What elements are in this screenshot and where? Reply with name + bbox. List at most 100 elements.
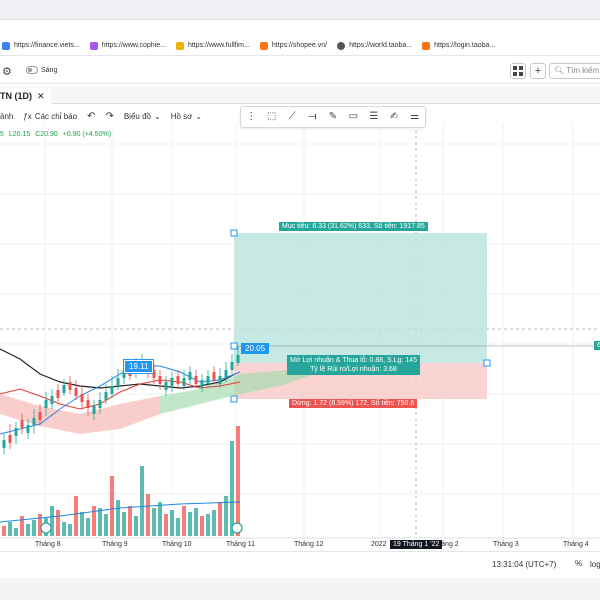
candle-body	[176, 376, 180, 384]
toggle-switch[interactable]	[26, 66, 38, 74]
candle-body	[74, 388, 78, 396]
log-toggle[interactable]: log	[590, 560, 600, 569]
select-rectangle-icon[interactable]: ⬚	[265, 110, 279, 124]
undo-button[interactable]: ↶	[87, 111, 95, 122]
indicators-icon: ƒx	[23, 111, 32, 121]
candle-body	[194, 376, 198, 384]
volume-bar	[14, 528, 18, 536]
candle-body	[50, 396, 54, 404]
candle-body	[104, 392, 108, 400]
bookmark-icon	[259, 41, 268, 50]
candle-body	[62, 385, 66, 393]
tab-strip	[0, 0, 600, 20]
candle-body	[86, 400, 90, 408]
volume-bar	[80, 512, 84, 536]
candle-body	[14, 428, 18, 436]
x-tick-label: Tháng 11	[226, 541, 256, 548]
chart-type-button[interactable]: Biểu đồ ⌄	[124, 112, 161, 121]
bookmark-label: https://login.taoba...	[434, 42, 496, 49]
candle-body	[44, 400, 48, 408]
bookmark-item[interactable]: https://finance.viets...	[2, 41, 80, 50]
profile-button[interactable]: Hồ sơ ⌄	[171, 112, 202, 121]
candle-body	[158, 376, 162, 384]
fib-icon[interactable]: ☰	[367, 110, 381, 124]
candle-body	[212, 372, 216, 380]
volume-bar	[104, 514, 108, 536]
brush-icon[interactable]: ✎	[326, 110, 340, 124]
candle-body	[116, 378, 120, 386]
chart-type-label: Biểu đồ	[123, 111, 151, 121]
trend-line-icon[interactable]: ⟋	[285, 110, 299, 124]
x-tick-label: Tháng 12	[294, 541, 324, 548]
chevron-down-icon: ⌄	[153, 111, 161, 121]
tab-chart[interactable]: TN (1D) ✕	[0, 88, 51, 104]
event-marker	[231, 522, 243, 534]
bookmarks-bar: https://finance.viets... https://www.cop…	[0, 36, 600, 56]
volume-bar	[20, 516, 24, 536]
note-icon[interactable]: ✍	[387, 110, 401, 124]
candle-body	[218, 376, 222, 384]
grid-icon	[513, 66, 523, 76]
layout-grid-button[interactable]	[510, 63, 526, 79]
volume-bar	[212, 510, 216, 536]
candle-body	[164, 382, 168, 390]
volume-bar	[98, 508, 102, 536]
indicators-button[interactable]: ƒx Các chỉ báo	[23, 112, 77, 121]
candle-body	[38, 412, 42, 420]
volume-bar	[164, 514, 168, 536]
volume-bar	[200, 516, 204, 536]
bookmark-icon	[2, 41, 10, 50]
x-tick-label: Tháng 3	[493, 541, 519, 548]
snapshot-button[interactable]: ảnh	[0, 112, 13, 121]
volume-bar	[206, 514, 210, 536]
drawing-tools-bar: ⋮ ⬚ ⟋ ⟞ ✎ ▭ ☰ ✍ ⚌	[240, 106, 426, 128]
candle-body	[170, 378, 174, 386]
browser-top-strip	[0, 0, 600, 36]
volume-bar	[140, 466, 144, 536]
drag-handle-icon[interactable]: ⋮	[244, 110, 258, 124]
crosshair-date-label: 19 Tháng 1 '22	[390, 540, 443, 549]
x-tick-label: 2022	[371, 541, 387, 548]
bookmark-label: https://www.cophie...	[101, 42, 166, 49]
ohlc-open: 5	[0, 131, 4, 138]
theme-toggle[interactable]: Sáng	[26, 66, 57, 74]
search-input[interactable]: 🔍︎ Tìm kiếm	[549, 63, 600, 79]
pnl-text: Mở Lợi nhuận & Thua lỗ: 0.88, S.Lg: 145	[290, 357, 417, 364]
bookmark-icon	[175, 41, 184, 50]
volume-bar	[194, 508, 198, 536]
bookmark-item[interactable]: https://shopee.vn/	[259, 41, 327, 50]
handle	[483, 359, 491, 367]
chart-toolbar: ảnh ƒx Các chỉ báo ↶ ↷ Biểu đồ ⌄ Hồ sơ ⌄	[0, 105, 240, 127]
volume-bar	[146, 494, 150, 536]
gear-icon[interactable]: ⚙	[2, 65, 12, 78]
price-chart[interactable]	[0, 104, 600, 551]
top-toolbar: ⚙ Sáng + 🔍︎ Tìm kiếm	[0, 58, 600, 84]
ohlc-change: +0.90 (+4.50%)	[62, 131, 112, 138]
x-tick-label: Tháng 9	[102, 541, 128, 548]
pnl-label: Mở Lợi nhuận & Thua lỗ: 0.88, S.Lg: 145 …	[287, 355, 420, 375]
volume-bar	[92, 506, 96, 536]
candle-body	[2, 440, 6, 448]
volume-bar	[134, 516, 138, 536]
bookmark-item[interactable]: https://www.cophie...	[89, 41, 166, 50]
percent-toggle[interactable]: %	[575, 559, 582, 568]
volume-bar	[128, 506, 132, 536]
horizontal-line-icon[interactable]: ⟞	[306, 110, 320, 124]
bookmark-item[interactable]: https://login.taoba...	[422, 41, 496, 50]
candle-body	[80, 394, 84, 402]
bookmark-item[interactable]: https://www.fullfim...	[175, 41, 250, 50]
volume-bar	[2, 526, 6, 536]
x-tick-label: Tháng 4	[563, 541, 589, 548]
volume-bar	[152, 508, 156, 536]
add-button[interactable]: +	[530, 63, 546, 79]
close-icon[interactable]: ✕	[37, 88, 45, 104]
redo-button[interactable]: ↷	[105, 111, 113, 122]
search-icon: 🔍︎	[554, 66, 565, 75]
candle-body	[68, 382, 72, 390]
comment-icon[interactable]: ▭	[346, 110, 360, 124]
settings-lines-icon[interactable]: ⚌	[408, 110, 422, 124]
bookmark-item[interactable]: https://world.taoba...	[337, 41, 412, 50]
x-axis: Tháng 8 Tháng 9 Tháng 10 Tháng 11 Tháng …	[0, 540, 600, 551]
highlight-price-tag: 19.11	[122, 359, 155, 374]
volume-bar	[218, 502, 222, 536]
